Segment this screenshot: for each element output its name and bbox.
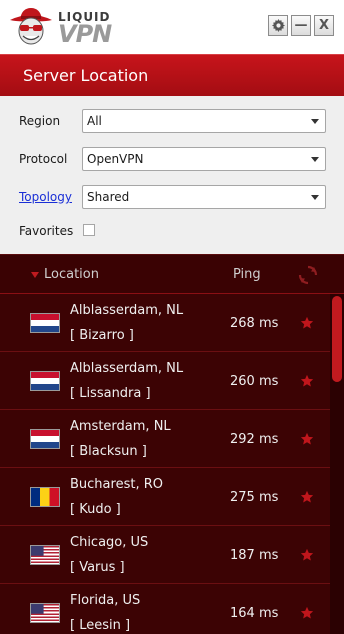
location-column-header[interactable]: Location — [44, 267, 99, 282]
flag-nl-icon — [30, 313, 60, 333]
chevron-down-icon — [311, 195, 319, 200]
favorite-star-icon[interactable] — [300, 374, 314, 388]
server-node: [ Leesin ] — [70, 618, 131, 633]
page-title: Server Location — [23, 66, 149, 85]
server-row[interactable]: Chicago, US [ Varus ] 187 ms — [0, 526, 330, 584]
sort-desc-icon[interactable] — [31, 272, 39, 278]
server-ping: 164 ms — [230, 606, 279, 621]
server-list-header: Location Ping — [0, 254, 344, 294]
app-header: LIQUID VPN — X — [0, 0, 344, 54]
logo-word-vpn: VPN — [58, 20, 112, 48]
server-ping: 187 ms — [230, 548, 279, 563]
favorite-star-icon[interactable] — [300, 548, 314, 562]
protocol-label: Protocol — [19, 152, 68, 166]
server-node: [ Lissandra ] — [70, 386, 151, 401]
refresh-icon[interactable] — [297, 264, 319, 286]
minimize-button[interactable]: — — [291, 15, 311, 36]
chevron-down-icon — [311, 157, 319, 162]
flag-us-icon — [30, 603, 60, 623]
server-city: Alblasserdam, NL — [70, 303, 184, 318]
liquidvpn-logo: LIQUID VPN — [8, 6, 120, 50]
server-ping: 260 ms — [230, 374, 279, 389]
favorite-star-icon[interactable] — [300, 432, 314, 446]
region-label: Region — [19, 114, 61, 128]
favorites-checkbox[interactable] — [83, 224, 95, 236]
server-city: Amsterdam, NL — [70, 419, 171, 434]
server-row[interactable]: Amsterdam, NL [ Blacksun ] 292 ms — [0, 410, 330, 468]
server-city: Alblasserdam, NL — [70, 361, 184, 376]
server-node: [ Bizarro ] — [70, 328, 134, 343]
server-node: [ Blacksun ] — [70, 444, 147, 459]
server-city: Chicago, US — [70, 535, 149, 550]
flag-nl-icon — [30, 371, 60, 391]
topology-value: Shared — [87, 190, 130, 204]
region-row: Region All — [0, 109, 344, 133]
server-ping: 292 ms — [230, 432, 279, 447]
server-row[interactable]: Alblasserdam, NL [ Bizarro ] 268 ms — [0, 294, 330, 352]
chevron-down-icon — [311, 119, 319, 124]
protocol-select[interactable]: OpenVPN — [82, 147, 326, 171]
server-city: Bucharest, RO — [70, 477, 163, 492]
topology-row: Topology Shared — [0, 185, 344, 209]
favorite-star-icon[interactable] — [300, 606, 314, 620]
ping-column-header[interactable]: Ping — [233, 267, 261, 282]
flag-nl-icon — [30, 429, 60, 449]
favorites-label: Favorites — [19, 224, 74, 238]
server-ping: 275 ms — [230, 490, 279, 505]
filter-panel: Region All Protocol OpenVPN Topology Sha… — [0, 96, 344, 254]
region-select[interactable]: All — [82, 109, 326, 133]
settings-button[interactable] — [268, 15, 288, 36]
protocol-value: OpenVPN — [87, 152, 144, 166]
server-ping: 268 ms — [230, 316, 279, 331]
title-bar: Server Location — [0, 54, 344, 96]
server-row[interactable]: Florida, US [ Leesin ] 164 ms — [0, 584, 330, 634]
region-value: All — [87, 114, 102, 128]
window-controls: — X — [268, 15, 334, 36]
favorite-star-icon[interactable] — [300, 316, 314, 330]
topology-select[interactable]: Shared — [82, 185, 326, 209]
topology-link[interactable]: Topology — [19, 190, 72, 204]
server-node: [ Kudo ] — [70, 502, 121, 517]
server-city: Florida, US — [70, 593, 141, 608]
server-row[interactable]: Bucharest, RO [ Kudo ] 275 ms — [0, 468, 330, 526]
scrollbar-thumb[interactable] — [332, 296, 342, 382]
protocol-row: Protocol OpenVPN — [0, 147, 344, 171]
close-button[interactable]: X — [314, 15, 334, 36]
favorites-row: Favorites — [0, 219, 344, 243]
flag-us-icon — [30, 545, 60, 565]
server-row[interactable]: Alblasserdam, NL [ Lissandra ] 260 ms — [0, 352, 330, 410]
server-list[interactable]: Alblasserdam, NL [ Bizarro ] 268 ms Albl… — [0, 294, 344, 634]
gear-icon — [271, 19, 285, 32]
flag-ro-icon — [30, 487, 60, 507]
server-node: [ Varus ] — [70, 560, 125, 575]
mascot-icon — [10, 8, 52, 45]
favorite-star-icon[interactable] — [300, 490, 314, 504]
